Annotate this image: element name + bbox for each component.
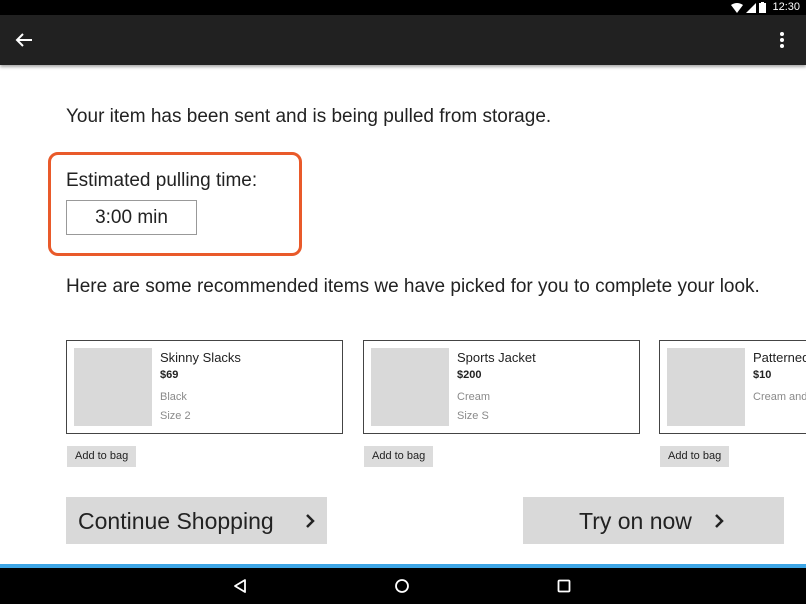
product-card-sports-jacket[interactable]: Sports Jacket $200 Cream Size S (363, 340, 640, 434)
add-to-bag-button[interactable]: Add to bag (364, 446, 434, 467)
recommend-message: Here are some recommended items we have … (66, 276, 760, 297)
product-card-skinny-slacks[interactable]: Skinny Slacks $69 Black Size 2 (66, 340, 343, 434)
circle-home-icon[interactable] (392, 576, 412, 596)
square-recents-icon[interactable] (554, 576, 574, 596)
system-nav-bar (0, 568, 806, 604)
more-vertical-icon[interactable] (770, 28, 794, 52)
status-icons (731, 2, 766, 13)
estimate-label: Estimated pulling time: (66, 170, 258, 191)
product-image (74, 348, 152, 426)
product-size: Size S (457, 410, 489, 422)
product-color: Black (160, 391, 187, 403)
chevron-right-icon (715, 514, 724, 528)
product-name: Sports Jacket (457, 350, 536, 365)
signal-icon (746, 2, 756, 13)
status-time: 12:30 (772, 1, 800, 13)
add-to-bag-button[interactable]: Add to bag (67, 446, 137, 467)
product-image (371, 348, 449, 426)
status-bar: 12:30 (0, 0, 806, 15)
app-bar (0, 15, 806, 65)
wifi-icon (731, 2, 743, 13)
product-price: $69 (160, 369, 179, 381)
product-color: Cream (457, 391, 491, 403)
continue-shopping-label: Continue Shopping (78, 508, 274, 534)
arrow-left-icon[interactable] (12, 28, 36, 52)
product-price: $200 (457, 369, 482, 381)
estimate-value: 3:00 min (66, 200, 197, 235)
add-to-bag-button[interactable]: Add to bag (660, 446, 730, 467)
product-image (667, 348, 745, 426)
battery-icon (759, 2, 766, 13)
try-on-now-label: Try on now (579, 508, 692, 534)
try-on-now-button[interactable]: Try on now (523, 497, 784, 544)
triangle-back-icon[interactable] (230, 576, 250, 596)
product-card-patterned[interactable]: Patterned $10 Cream and (659, 340, 806, 434)
product-name: Patterned (753, 350, 806, 365)
continue-shopping-button[interactable]: Continue Shopping (66, 497, 327, 544)
chevron-right-icon (306, 514, 315, 528)
product-price: $10 (753, 369, 772, 381)
product-size: Size 2 (160, 410, 191, 422)
product-color: Cream and (753, 391, 806, 403)
sent-message: Your item has been sent and is being pul… (66, 106, 552, 127)
product-name: Skinny Slacks (160, 350, 241, 365)
